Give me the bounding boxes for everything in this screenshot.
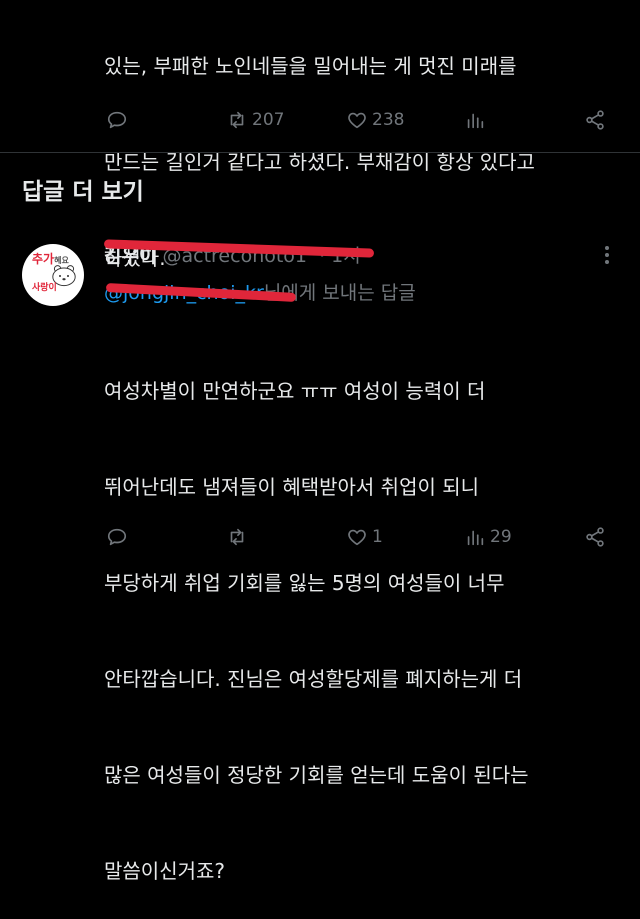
avatar[interactable]: 추가혜요 사랑이 [22,244,84,306]
views-button[interactable]: 29 [464,526,512,548]
reply-icon [107,111,127,129]
avatar-sub-caption: 사랑이 [32,283,57,293]
reply-line: 여성차별이 만연하군요 ㅠㅠ 여성이 능력이 더 [104,379,486,403]
bar-chart-icon [467,530,484,546]
retweet-button[interactable]: 207 [226,109,284,131]
reply-button[interactable] [106,109,132,131]
reply-line: 말씀이신거죠? [104,859,226,883]
retweet-icon [230,528,244,546]
reply-line: 뛰어난데도 냄져들이 혜택받아서 취업이 되니 [104,475,480,499]
share-button[interactable] [584,526,606,548]
share-icon [586,110,604,130]
retweet-count: 207 [252,110,285,130]
top-tweet-line: 있는, 부패한 노인네들을 밀어내는 게 멋진 미래를 [104,54,517,78]
share-button[interactable] [584,109,606,131]
divider [0,152,640,153]
more-options-icon[interactable] [600,244,614,266]
like-count: 238 [372,110,405,130]
top-tweet-line: 만드는 길인거 같다고 하셨다. 부채감이 항상 있다고 [104,150,535,174]
views-count: 29 [490,527,512,547]
views-button[interactable] [464,109,490,131]
bar-chart-icon [467,113,484,129]
share-icon [586,527,604,547]
reply-text: 여성차별이 만연하군요 ㅠㅠ 여성이 능력이 더 뛰어난데도 냄져들이 혜택받아… [104,311,624,919]
reply-line: 부당하게 취업 기회를 잃는 5명의 여성들이 너무 [104,571,505,595]
heart-icon [348,112,366,129]
section-title: 답글 더 보기 [22,179,144,205]
retweet-icon [230,111,244,129]
like-count: 1 [372,527,383,547]
reply-button[interactable] [106,526,132,548]
like-button[interactable]: 238 [346,109,404,131]
heart-icon [348,529,366,546]
retweet-button[interactable] [226,526,252,548]
like-button[interactable]: 1 [346,526,383,548]
reply-icon [107,528,127,546]
reply-line: 안타깝습니다. 진님은 여성할당제를 폐지하는게 더 [104,667,523,691]
reply-line: 많은 여성들이 정당한 기회를 얻는데 도움이 된다는 [104,763,529,787]
